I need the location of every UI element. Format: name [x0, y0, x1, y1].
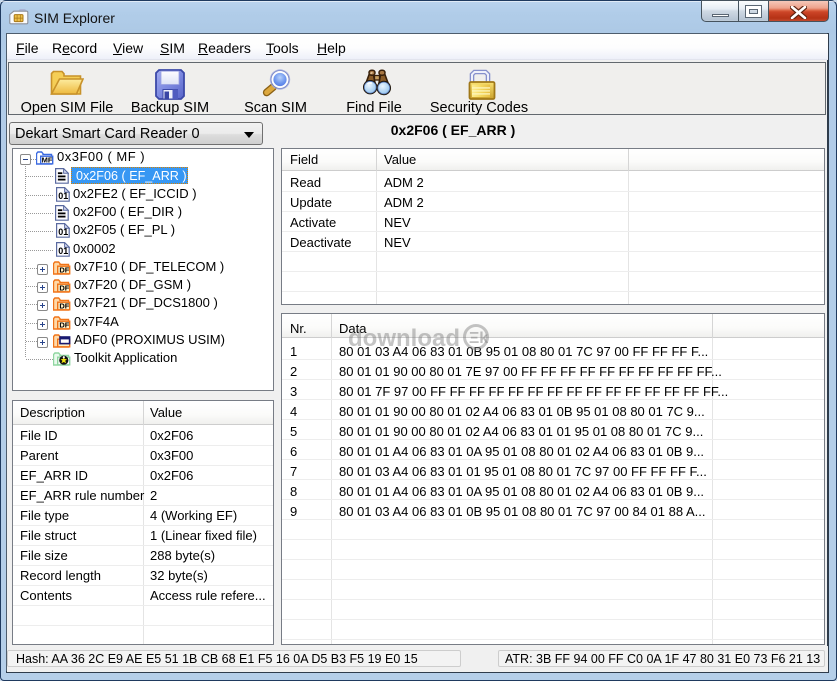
svg-text:DF: DF [59, 266, 69, 275]
svg-text:DF: DF [59, 284, 69, 293]
svg-text:Ξk: Ξk [469, 330, 488, 347]
svg-text:01: 01 [58, 191, 68, 201]
svg-text:DF: DF [59, 321, 69, 330]
svg-text:DF: DF [59, 302, 69, 311]
svg-text:01: 01 [58, 227, 68, 237]
svg-text:MF: MF [42, 155, 53, 164]
svg-text:01: 01 [58, 246, 68, 256]
